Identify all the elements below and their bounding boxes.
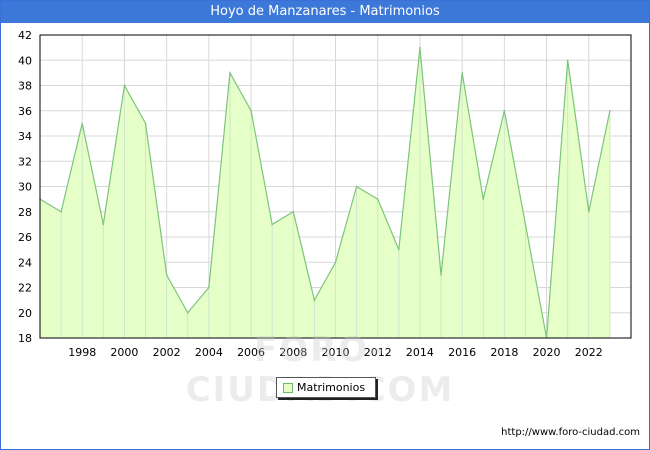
data-point [102, 223, 105, 226]
y-tick-label: 40 [18, 54, 32, 67]
data-point [144, 122, 147, 125]
data-point [355, 185, 358, 188]
data-point [208, 286, 210, 289]
data-point [334, 261, 337, 264]
data-point [186, 311, 189, 314]
y-tick-label: 24 [18, 256, 32, 269]
y-tick-label: 22 [18, 282, 32, 295]
data-point [165, 274, 168, 276]
y-tick-label: 28 [18, 206, 32, 219]
data-point [250, 109, 252, 112]
x-tick-label: 2000 [110, 346, 138, 359]
y-tick-label: 38 [18, 80, 32, 93]
data-point [566, 59, 569, 62]
data-point [440, 274, 442, 276]
data-point [419, 46, 421, 49]
y-tick-label: 36 [18, 105, 32, 118]
data-point [376, 198, 379, 200]
data-point [292, 210, 295, 213]
y-tick-label: 32 [18, 155, 32, 168]
data-point [313, 299, 316, 301]
y-tick-label: 26 [18, 231, 32, 244]
data-point [524, 223, 527, 226]
source-url[interactable]: http://www.foro-ciudad.com [501, 427, 640, 438]
data-point [229, 72, 231, 74]
x-tick-label: 2020 [533, 346, 561, 359]
data-point [398, 248, 400, 251]
chart-legend: Matrimonios [276, 377, 376, 398]
x-tick-label: 1998 [68, 346, 96, 359]
legend-label: Matrimonios [297, 381, 366, 394]
y-tick-label: 18 [18, 332, 32, 345]
y-tick-label: 34 [18, 130, 32, 143]
data-point [81, 122, 84, 125]
data-point [482, 198, 485, 200]
watermark-text: FORO-CIUDAD.COM [185, 330, 455, 410]
y-tick-label: 30 [18, 181, 32, 194]
data-point [60, 210, 62, 213]
y-tick-label: 20 [18, 307, 32, 320]
data-point [123, 84, 126, 87]
data-point [587, 210, 590, 213]
data-point [609, 109, 611, 112]
x-tick-label: 2022 [575, 346, 603, 359]
data-point [271, 223, 273, 226]
legend-swatch [283, 383, 293, 393]
y-tick-label: 42 [18, 29, 32, 42]
data-point [461, 72, 463, 74]
data-point [503, 109, 506, 112]
